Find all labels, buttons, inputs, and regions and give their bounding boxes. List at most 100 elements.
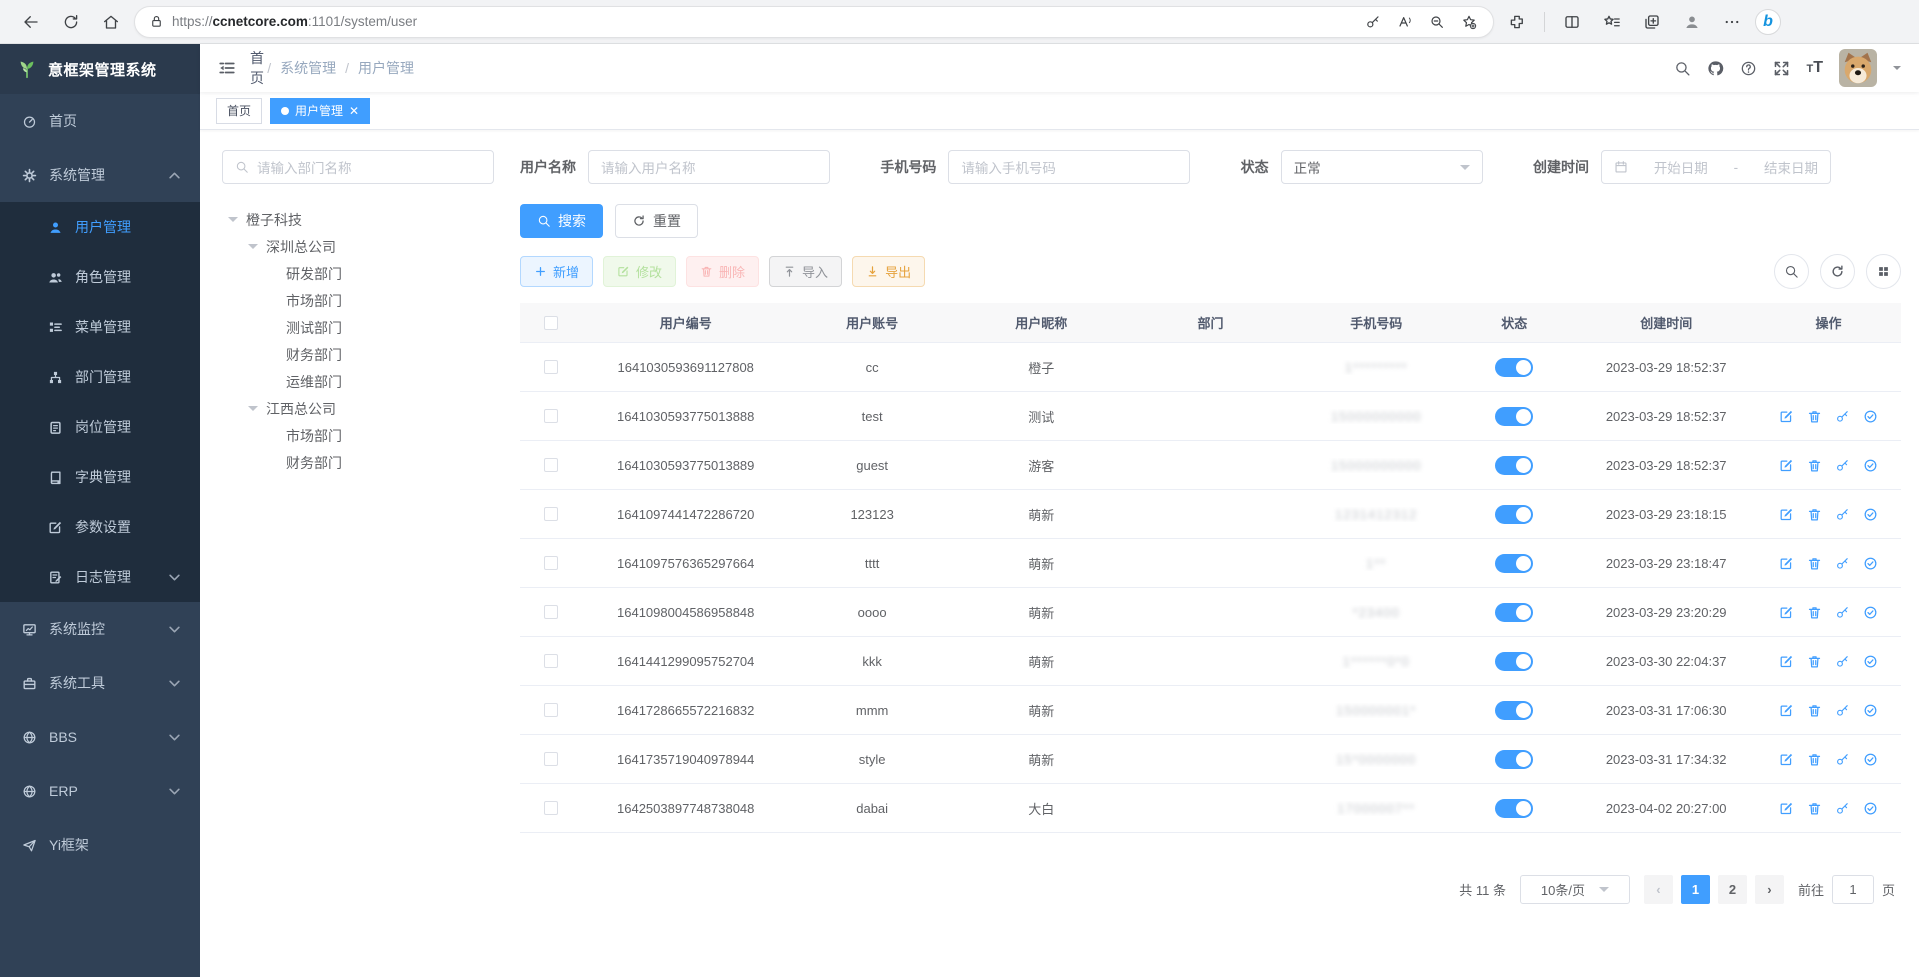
row-reset-password-icon[interactable]: [1835, 605, 1850, 620]
import-button[interactable]: 导入: [769, 256, 842, 287]
sidebar-item-erp[interactable]: ERP: [0, 764, 200, 818]
status-toggle[interactable]: [1495, 554, 1533, 573]
row-reset-password-icon[interactable]: [1835, 703, 1850, 718]
status-toggle[interactable]: [1495, 407, 1533, 426]
row-reset-password-icon[interactable]: [1835, 458, 1850, 473]
sidebar-fold-icon[interactable]: [218, 59, 236, 77]
row-reset-password-icon[interactable]: [1835, 556, 1850, 571]
status-toggle[interactable]: [1495, 750, 1533, 769]
column-settings-icon[interactable]: [1866, 254, 1901, 289]
dept-search-input[interactable]: 请输入部门名称: [222, 150, 494, 184]
favorite-add-icon[interactable]: [1455, 8, 1483, 36]
sidebar-item-dept[interactable]: 部门管理: [0, 352, 200, 402]
sidebar-item-config[interactable]: 参数设置: [0, 502, 200, 552]
select-all-checkbox[interactable]: [544, 316, 558, 330]
next-page-button[interactable]: ›: [1755, 875, 1784, 904]
tag-item[interactable]: 首页: [216, 98, 262, 124]
sidebar-item-user[interactable]: 用户管理: [0, 202, 200, 252]
reset-button[interactable]: 重置: [615, 204, 698, 238]
sidebar-item-bbs[interactable]: BBS: [0, 710, 200, 764]
page-size-select[interactable]: 10条/页: [1520, 875, 1630, 904]
address-bar[interactable]: https://ccnetcore.com:1101/system/user: [134, 6, 1494, 38]
status-toggle[interactable]: [1495, 652, 1533, 671]
add-button[interactable]: 新增: [520, 256, 593, 287]
date-range-picker[interactable]: 开始日期 - 结束日期: [1601, 150, 1831, 184]
tree-node[interactable]: 测试部门: [222, 314, 494, 341]
status-toggle[interactable]: [1495, 505, 1533, 524]
caret-down-icon[interactable]: [228, 217, 238, 227]
sidebar-item-post[interactable]: 岗位管理: [0, 402, 200, 452]
avatar-caret-icon[interactable]: [1893, 66, 1901, 74]
status-toggle[interactable]: [1495, 358, 1533, 377]
tree-node[interactable]: 研发部门: [222, 260, 494, 287]
export-button[interactable]: 导出: [852, 256, 925, 287]
password-key-icon[interactable]: [1359, 8, 1387, 36]
row-delete-icon[interactable]: [1807, 458, 1822, 473]
browser-back-button[interactable]: [14, 5, 48, 39]
status-select[interactable]: 正常: [1281, 150, 1483, 184]
avatar[interactable]: [1839, 49, 1877, 87]
sidebar-item-system[interactable]: 系统管理: [0, 148, 200, 202]
page-button-1[interactable]: 1: [1681, 875, 1710, 904]
row-edit-icon[interactable]: [1779, 556, 1794, 571]
sidebar-item-tool[interactable]: 系统工具: [0, 656, 200, 710]
row-assign-role-icon[interactable]: [1863, 605, 1878, 620]
status-toggle[interactable]: [1495, 701, 1533, 720]
row-reset-password-icon[interactable]: [1835, 654, 1850, 669]
read-aloud-icon[interactable]: [1391, 8, 1419, 36]
row-delete-icon[interactable]: [1807, 605, 1822, 620]
sidebar-item-role[interactable]: 角色管理: [0, 252, 200, 302]
caret-down-icon[interactable]: [248, 244, 258, 254]
status-toggle[interactable]: [1495, 603, 1533, 622]
browser-home-button[interactable]: [94, 5, 128, 39]
row-edit-icon[interactable]: [1779, 801, 1794, 816]
extensions-icon[interactable]: [1500, 5, 1534, 39]
row-delete-icon[interactable]: [1807, 556, 1822, 571]
sidebar-item-dict[interactable]: 字典管理: [0, 452, 200, 502]
copilot-bing-icon[interactable]: b: [1755, 9, 1781, 35]
row-edit-icon[interactable]: [1779, 703, 1794, 718]
phone-input[interactable]: 请输入手机号码: [948, 150, 1190, 184]
row-checkbox[interactable]: [544, 360, 558, 374]
favorites-icon[interactable]: [1595, 5, 1629, 39]
browser-refresh-button[interactable]: [54, 5, 88, 39]
collections-icon[interactable]: [1635, 5, 1669, 39]
row-edit-icon[interactable]: [1779, 605, 1794, 620]
show-search-toggle-icon[interactable]: [1774, 254, 1809, 289]
row-assign-role-icon[interactable]: [1863, 801, 1878, 816]
page-button-2[interactable]: 2: [1718, 875, 1747, 904]
tree-node[interactable]: 财务部门: [222, 341, 494, 368]
tree-node[interactable]: 运维部门: [222, 368, 494, 395]
row-edit-icon[interactable]: [1779, 507, 1794, 522]
row-checkbox[interactable]: [544, 703, 558, 717]
row-reset-password-icon[interactable]: [1835, 801, 1850, 816]
refresh-table-icon[interactable]: [1820, 254, 1855, 289]
delete-button[interactable]: 删除: [686, 256, 759, 287]
search-button[interactable]: 搜索: [520, 204, 603, 238]
tag-active[interactable]: 用户管理✕: [270, 98, 370, 124]
row-delete-icon[interactable]: [1807, 409, 1822, 424]
header-search-icon[interactable]: [1674, 60, 1691, 77]
tag-close-icon[interactable]: ✕: [349, 105, 359, 117]
row-assign-role-icon[interactable]: [1863, 409, 1878, 424]
sidebar-item-monitor[interactable]: 系统监控: [0, 602, 200, 656]
tree-node[interactable]: 江西总公司: [222, 395, 494, 422]
row-assign-role-icon[interactable]: [1863, 507, 1878, 522]
sidebar-item-yi[interactable]: Yi框架: [0, 818, 200, 872]
row-checkbox[interactable]: [544, 409, 558, 423]
tree-node[interactable]: 橙子科技: [222, 206, 494, 233]
row-assign-role-icon[interactable]: [1863, 703, 1878, 718]
row-delete-icon[interactable]: [1807, 801, 1822, 816]
browser-menu-icon[interactable]: [1715, 5, 1749, 39]
row-reset-password-icon[interactable]: [1835, 752, 1850, 767]
row-edit-icon[interactable]: [1779, 752, 1794, 767]
zoom-out-icon[interactable]: [1423, 8, 1451, 36]
username-input[interactable]: 请输入用户名称: [588, 150, 830, 184]
row-delete-icon[interactable]: [1807, 507, 1822, 522]
help-icon[interactable]: [1740, 60, 1757, 77]
goto-page-input[interactable]: 1: [1832, 875, 1874, 904]
row-delete-icon[interactable]: [1807, 654, 1822, 669]
row-assign-role-icon[interactable]: [1863, 556, 1878, 571]
fullscreen-icon[interactable]: [1773, 60, 1790, 77]
row-delete-icon[interactable]: [1807, 752, 1822, 767]
